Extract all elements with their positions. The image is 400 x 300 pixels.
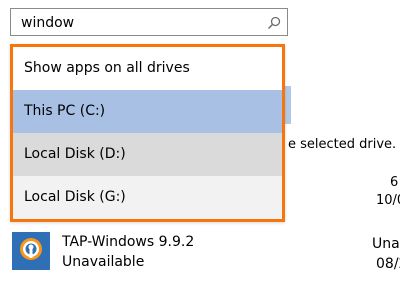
drive-hint-text: e selected drive.: [288, 137, 397, 152]
app-date-column-partial: 08/2: [376, 256, 400, 272]
dropdown-item-local-disk-g[interactable]: Local Disk (G:): [13, 176, 282, 219]
openvpn-icon: [12, 232, 50, 270]
search-input[interactable]: [21, 13, 251, 32]
app-size-partial: 6: [390, 175, 399, 190]
app-page: e selected drive. 6 10/0 TAP-Windows 9.9…: [0, 0, 400, 300]
app-status-column-partial: Unav: [372, 236, 400, 252]
dropdown-item-local-disk-d[interactable]: Local Disk (D:): [13, 133, 282, 176]
app-date-partial: 10/0: [376, 193, 400, 208]
drive-filter-dropdown: Show apps on all drives This PC (C:) Loc…: [10, 44, 285, 222]
dropdown-item-all-drives[interactable]: Show apps on all drives: [13, 47, 282, 90]
magnifier-glyph: [267, 16, 281, 30]
app-status: Unavailable: [62, 254, 145, 270]
search-icon[interactable]: [267, 15, 281, 30]
app-name: TAP-Windows 9.9.2: [62, 234, 195, 250]
tap-windows-app-icon: [12, 232, 50, 270]
search-box[interactable]: [10, 8, 288, 36]
app-list-item[interactable]: TAP-Windows 9.9.2 Unavailable: [0, 226, 400, 276]
dropdown-item-this-pc[interactable]: This PC (C:): [13, 90, 282, 133]
